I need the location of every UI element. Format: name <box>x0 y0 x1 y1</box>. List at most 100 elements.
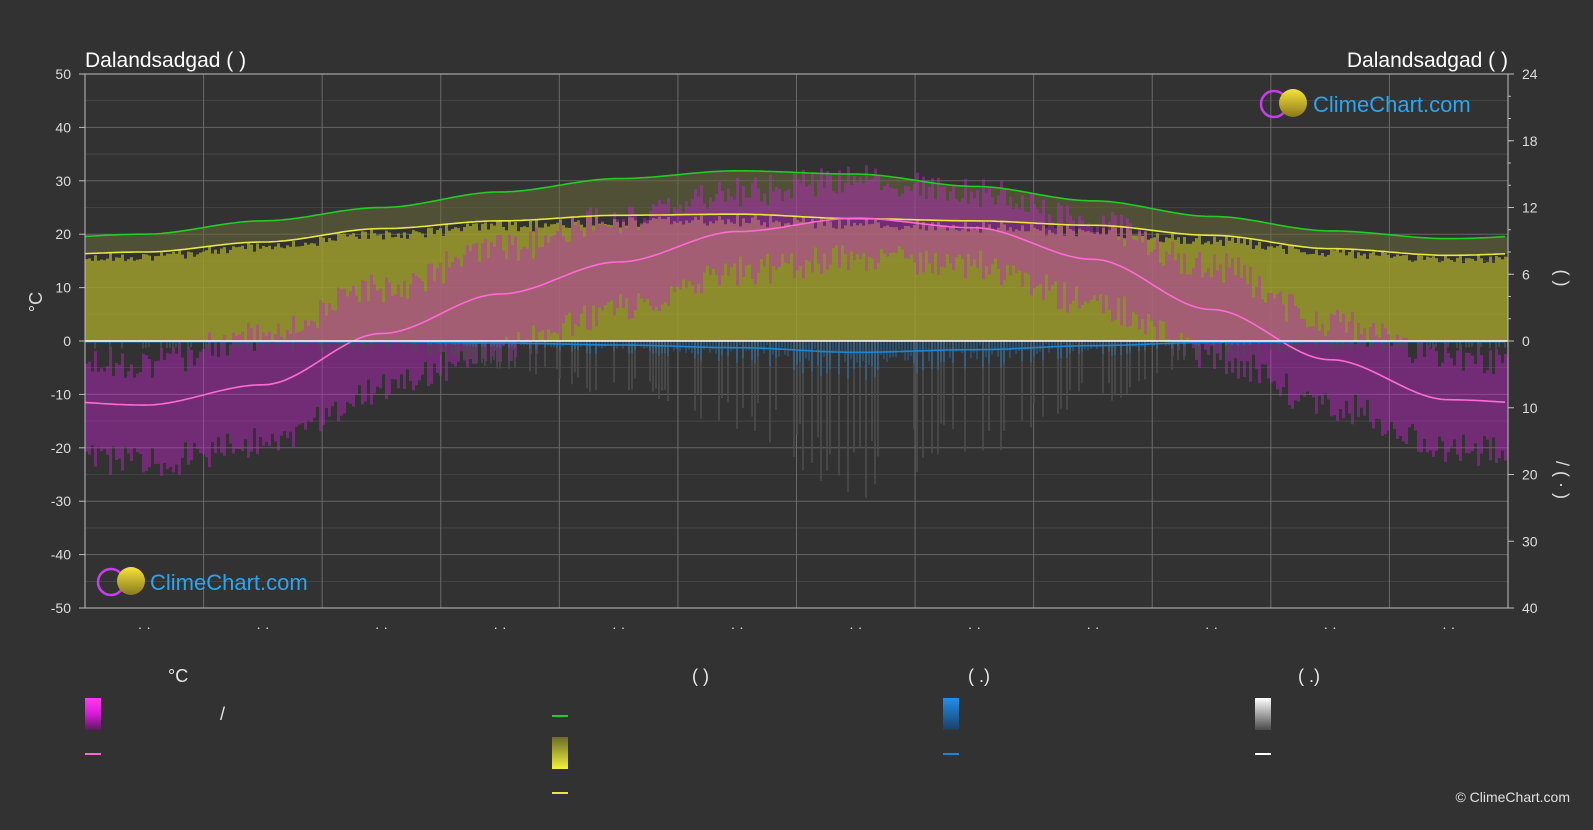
sunshine-bar <box>1405 255 1408 341</box>
precip-bar <box>703 341 705 350</box>
temp-range-bar <box>436 268 439 373</box>
daylight-band-mark <box>397 206 400 229</box>
temp-range-bar <box>1414 358 1417 431</box>
precip-bar <box>1171 341 1173 349</box>
temp-range-bar <box>598 224 601 308</box>
daylight-band-mark <box>154 233 157 252</box>
daylight-band-mark <box>622 178 625 216</box>
sunshine-bar <box>94 255 97 341</box>
temp-range-bar <box>661 204 664 305</box>
temp-range-bar <box>421 281 424 375</box>
precip-bar <box>577 341 579 351</box>
temp-range-bar <box>1390 346 1393 422</box>
daylight-band-mark <box>100 235 103 254</box>
temp-range-bar <box>373 284 376 394</box>
temp-range-bar <box>1129 222 1132 326</box>
sunshine-bar <box>1498 257 1501 341</box>
precip-bar <box>763 341 765 354</box>
sunshine-bar <box>1408 260 1411 341</box>
daylight-band-mark <box>1315 230 1318 249</box>
precip-bar <box>748 341 750 351</box>
temp-range-bar <box>460 266 463 352</box>
temp-range-bar <box>208 332 211 468</box>
daylight-band-mark <box>529 189 532 221</box>
temp-range-bar <box>433 280 436 364</box>
daylight-band-mark <box>1351 231 1354 250</box>
daylight-band-mark <box>1234 217 1237 237</box>
daylight-band-mark <box>1063 198 1066 225</box>
daylight-band-mark <box>508 191 511 221</box>
sunshine-bar <box>1492 262 1495 341</box>
legend-sunshine-swatch <box>552 737 568 769</box>
y-tick-left: 40 <box>55 119 71 135</box>
sunshine-bar <box>154 256 157 341</box>
daylight-band-mark <box>1243 218 1246 238</box>
temp-range-bar <box>487 257 490 342</box>
temp-range-bar <box>577 220 580 327</box>
precip-bar <box>658 341 660 356</box>
temp-range-bar <box>130 364 133 462</box>
temp-range-bar <box>511 244 514 350</box>
sunshine-bar <box>1396 254 1399 341</box>
precip-bar <box>1102 341 1104 354</box>
temp-range-bar <box>265 335 268 443</box>
precip-bar <box>862 341 864 362</box>
daylight-band-mark <box>1438 238 1441 256</box>
temp-range-bar <box>1297 308 1300 402</box>
temp-range-bar <box>1501 362 1504 451</box>
y-tick-right-bottom: 10 <box>1522 400 1538 416</box>
daylight-band-mark <box>682 174 685 215</box>
daylight-band-mark <box>424 202 427 227</box>
temp-range-bar <box>1345 332 1348 401</box>
daylight-band-mark <box>1213 216 1216 236</box>
y-axis-label-right-bottom: / ( · ) <box>1552 461 1572 499</box>
daylight-band-mark <box>358 208 361 230</box>
x-tick-month: · · <box>612 619 625 635</box>
daylight-band-mark <box>370 207 373 229</box>
temp-range-bar <box>109 346 112 475</box>
temp-range-bar <box>1387 334 1390 431</box>
daylight-band-mark <box>244 221 247 243</box>
temp-range-bar <box>313 321 316 418</box>
temp-range-bar <box>1204 272 1207 350</box>
y-tick-right-top: 24 <box>1522 66 1538 82</box>
daylight-band-mark <box>1237 218 1240 237</box>
daylight-band-mark <box>1471 238 1474 256</box>
precip-bar <box>892 341 894 358</box>
daylight-band-mark <box>112 235 115 253</box>
daylight-band-mark <box>1318 230 1321 249</box>
temp-range-bar <box>553 235 556 333</box>
temp-range-bar <box>241 331 244 451</box>
temp-range-bar <box>1465 352 1468 454</box>
daylight-band-mark <box>178 231 181 251</box>
precip-bar <box>958 341 960 350</box>
temp-range-bar <box>1453 365 1456 440</box>
daylight-band-mark <box>379 207 382 229</box>
legend-sun-header: ( ) <box>692 666 709 686</box>
temp-range-bar <box>1054 228 1057 282</box>
y-tick-right-bottom: 40 <box>1522 600 1538 616</box>
daylight-band-mark <box>637 178 640 216</box>
temp-range-bar <box>1135 240 1138 315</box>
daylight-band-mark <box>1087 200 1090 226</box>
temp-range-bar <box>1009 196 1012 276</box>
precip-bar <box>967 341 969 349</box>
temp-range-bar <box>547 242 550 330</box>
sunshine-bar <box>1318 255 1321 341</box>
temp-range-bar <box>1012 208 1015 266</box>
legend-rain-header: ( .) <box>968 666 990 686</box>
sunshine-bar <box>235 247 238 341</box>
sunshine-bar <box>127 259 130 341</box>
temp-range-bar <box>1405 337 1408 445</box>
temp-range-bar <box>1147 254 1150 314</box>
daylight-band-mark <box>1444 238 1447 256</box>
temp-range-bar <box>205 344 208 458</box>
precip-bar <box>829 341 831 370</box>
daylight-band-mark <box>1363 232 1366 250</box>
daylight-band-mark <box>1306 229 1309 248</box>
sunshine-bar <box>1393 256 1396 341</box>
daylight-band-mark <box>382 207 385 229</box>
precip-bar <box>799 341 801 362</box>
temp-range-bar <box>271 342 274 434</box>
daylight-band-mark <box>343 210 346 232</box>
